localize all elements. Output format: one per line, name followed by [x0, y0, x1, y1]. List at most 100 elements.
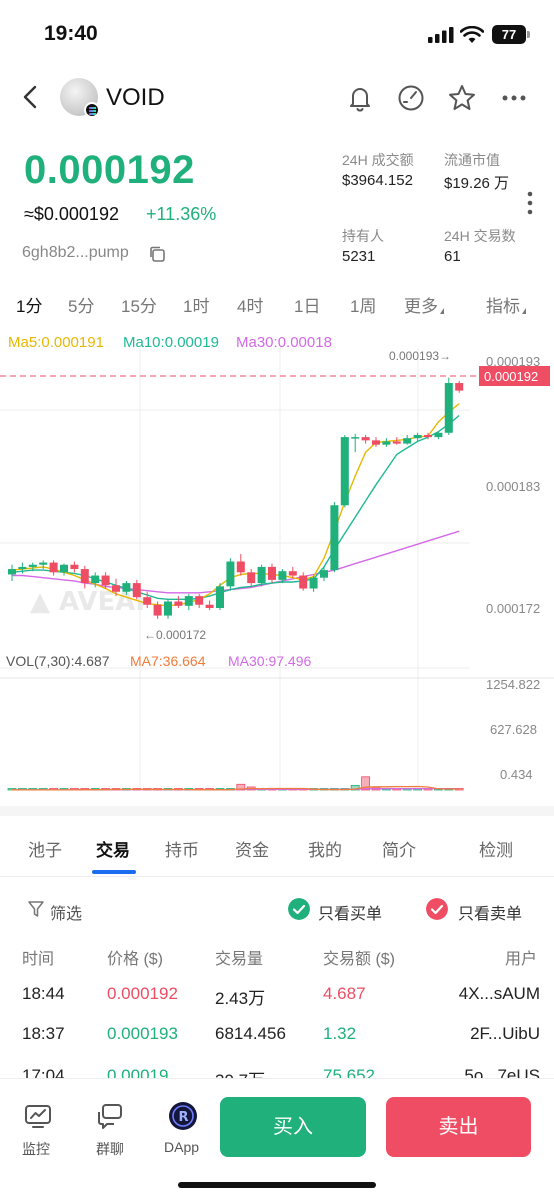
row-qty: 2.43万	[215, 989, 266, 1008]
candle	[70, 564, 79, 570]
buy-only-label[interactable]: 只看买单	[318, 900, 382, 924]
col-price: 价格 ($)	[107, 951, 164, 968]
usd-price: ≈$0.000192	[24, 204, 119, 224]
candle	[340, 437, 349, 506]
candle	[413, 434, 422, 439]
candle	[330, 505, 339, 571]
svg-text:R: R	[179, 1110, 189, 1125]
candle	[18, 566, 27, 570]
more-icon[interactable]	[498, 82, 530, 114]
col-time: 时间	[22, 951, 55, 968]
gauge-icon[interactable]	[395, 82, 427, 114]
timeframe-1m[interactable]: 1分	[16, 292, 42, 317]
vol-ma7-legend: MA7:36.664	[130, 653, 206, 669]
candle	[309, 577, 318, 589]
candle	[299, 575, 308, 589]
tab-funds[interactable]: 资金	[235, 836, 269, 861]
sell-only-check-icon[interactable]	[426, 898, 448, 920]
candle	[101, 575, 110, 586]
sell-button[interactable]: 卖出	[386, 1097, 531, 1157]
dapp-label[interactable]: DApp	[164, 1139, 199, 1155]
candle	[205, 604, 214, 608]
ma5-line	[11, 403, 460, 607]
candle	[216, 586, 224, 608]
current-price: 0.000192	[24, 148, 195, 192]
row-price: 0.000192	[107, 984, 178, 1003]
tabs-divider	[0, 876, 554, 877]
chart-grid	[0, 348, 554, 790]
back-icon[interactable]	[16, 82, 46, 112]
candle	[112, 585, 120, 592]
candle	[184, 596, 193, 606]
candle	[444, 383, 453, 433]
bell-icon[interactable]	[344, 82, 376, 114]
dropdown-triangle-icon	[522, 308, 526, 314]
contract-address: 6gh8b2...pump	[22, 244, 129, 261]
buy-button[interactable]: 买入	[220, 1097, 366, 1157]
timeframe-5m[interactable]: 5分	[68, 292, 94, 317]
timeframe-15m[interactable]: 15分	[121, 292, 157, 317]
tab-audit[interactable]: 检测	[479, 836, 513, 861]
vol-tick-label: 0.434	[500, 767, 533, 782]
tab-intro[interactable]: 简介	[382, 836, 416, 861]
candle	[268, 566, 276, 580]
section-divider	[0, 806, 554, 816]
volume-label: 24H 成交额	[342, 152, 414, 168]
candle	[60, 564, 68, 573]
candle	[424, 434, 432, 438]
candle	[122, 583, 131, 592]
market-cap-label: 流通市值	[444, 152, 500, 168]
candle	[226, 561, 235, 587]
sell-only-label[interactable]: 只看卖单	[458, 900, 522, 924]
candle	[278, 571, 287, 580]
group-chat-icon[interactable]	[95, 1101, 125, 1131]
filter-icon[interactable]	[28, 900, 44, 918]
timeframe-more[interactable]: 更多	[404, 292, 444, 317]
buy-only-check-icon[interactable]	[288, 898, 310, 920]
tab-mine[interactable]: 我的	[308, 836, 342, 861]
star-icon[interactable]	[446, 82, 478, 114]
monitor-icon[interactable]	[23, 1101, 53, 1131]
timeframe-4h[interactable]: 4时	[237, 292, 263, 317]
market-cap-value: $19.26 万	[444, 175, 510, 192]
tab-trades[interactable]: 交易	[96, 836, 130, 861]
coin-name: VOID	[106, 84, 165, 111]
candle	[455, 383, 464, 391]
monitor-label[interactable]: 监控	[22, 1139, 50, 1159]
ma10-line	[11, 414, 460, 601]
timeframe-1w[interactable]: 1周	[350, 292, 376, 317]
price-change: +11.36%	[146, 204, 217, 224]
col-user: 用户	[505, 951, 538, 968]
dropdown-triangle-icon	[440, 308, 444, 314]
tab-pool[interactable]: 池子	[28, 836, 62, 861]
candle	[372, 440, 380, 445]
copy-icon[interactable]	[148, 245, 166, 263]
vertical-more-icon[interactable]	[526, 190, 534, 216]
tx-count-value: 61	[444, 248, 461, 265]
row-user[interactable]: 4X...sAUM	[459, 984, 540, 1004]
candle	[382, 441, 391, 445]
candle	[132, 583, 141, 598]
y-tick-label: 0.000193	[486, 354, 540, 369]
price-chart[interactable]: ▲ AVEAI 0.0001920.000193→←0.0001720.0001…	[0, 348, 554, 798]
ma10-polyline	[11, 414, 460, 601]
timeframe-1d[interactable]: 1日	[294, 292, 320, 317]
status-bar: 19:40 77	[0, 0, 554, 68]
row-user[interactable]: 2F...UibU	[470, 1024, 540, 1044]
candle	[351, 437, 360, 439]
candle	[174, 601, 183, 606]
ma5-polyline	[11, 403, 460, 607]
row-price: 0.000193	[107, 1024, 178, 1043]
row-time: 18:44	[22, 984, 65, 1003]
dapp-icon[interactable]: R	[168, 1101, 198, 1131]
timeframe-1h[interactable]: 1时	[183, 292, 209, 317]
chart-labels: 0.000192 0.000193→ ←0.000172 0.000193 0.0001…	[0, 349, 550, 782]
active-tab-indicator	[92, 870, 136, 874]
candle	[8, 569, 16, 575]
group-chat-label[interactable]: 群聊	[96, 1139, 124, 1159]
indicator-label: 指标	[486, 297, 520, 316]
filter-label[interactable]: 筛选	[50, 900, 82, 924]
col-amount: 交易额 ($)	[323, 951, 396, 968]
indicator-menu[interactable]: 指标	[486, 292, 526, 317]
tab-holders[interactable]: 持币	[165, 836, 199, 861]
